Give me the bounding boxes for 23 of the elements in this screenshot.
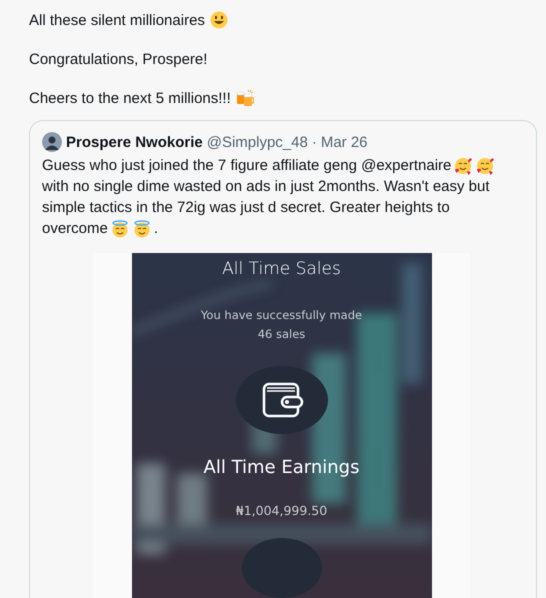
quoted-text: . xyxy=(154,219,158,239)
sales-title: All Time Sales xyxy=(222,259,341,279)
earnings-amount: ₦1,004,999.50 xyxy=(236,503,328,518)
author-name[interactable]: Prospere Nwokorie xyxy=(66,134,203,150)
sales-text: You have successfully made xyxy=(200,308,362,322)
beer-mugs-icon xyxy=(236,89,254,107)
smiling-face-hearts-icon xyxy=(476,156,494,174)
smiling-face-hearts-icon xyxy=(454,156,472,174)
avatar[interactable] xyxy=(42,132,62,152)
separator-dot: · xyxy=(312,134,317,150)
smiling-face-halo-icon xyxy=(110,220,129,238)
sales-count: 46 sales xyxy=(258,327,306,341)
quoted-text: overcome xyxy=(42,219,108,239)
smiley-face-icon xyxy=(210,11,228,29)
quoted-text: Guess who just joined the 7 figure affiliate geng @expertnaire xyxy=(42,156,452,176)
quoted-tweet-card[interactable] xyxy=(29,120,537,598)
tweet-text: All these silent millionaires xyxy=(29,12,205,28)
tweet-date[interactable]: Mar 26 xyxy=(320,134,368,150)
tweet-text: Cheers to the next 5 millions!!! xyxy=(29,90,231,106)
author-handle[interactable]: @Simplypc_48 xyxy=(206,134,308,150)
tweet-text: Congratulations, Prospere! xyxy=(29,50,208,68)
smiling-face-halo-icon xyxy=(132,220,151,238)
earnings-title: All Time Earnings xyxy=(204,457,360,478)
